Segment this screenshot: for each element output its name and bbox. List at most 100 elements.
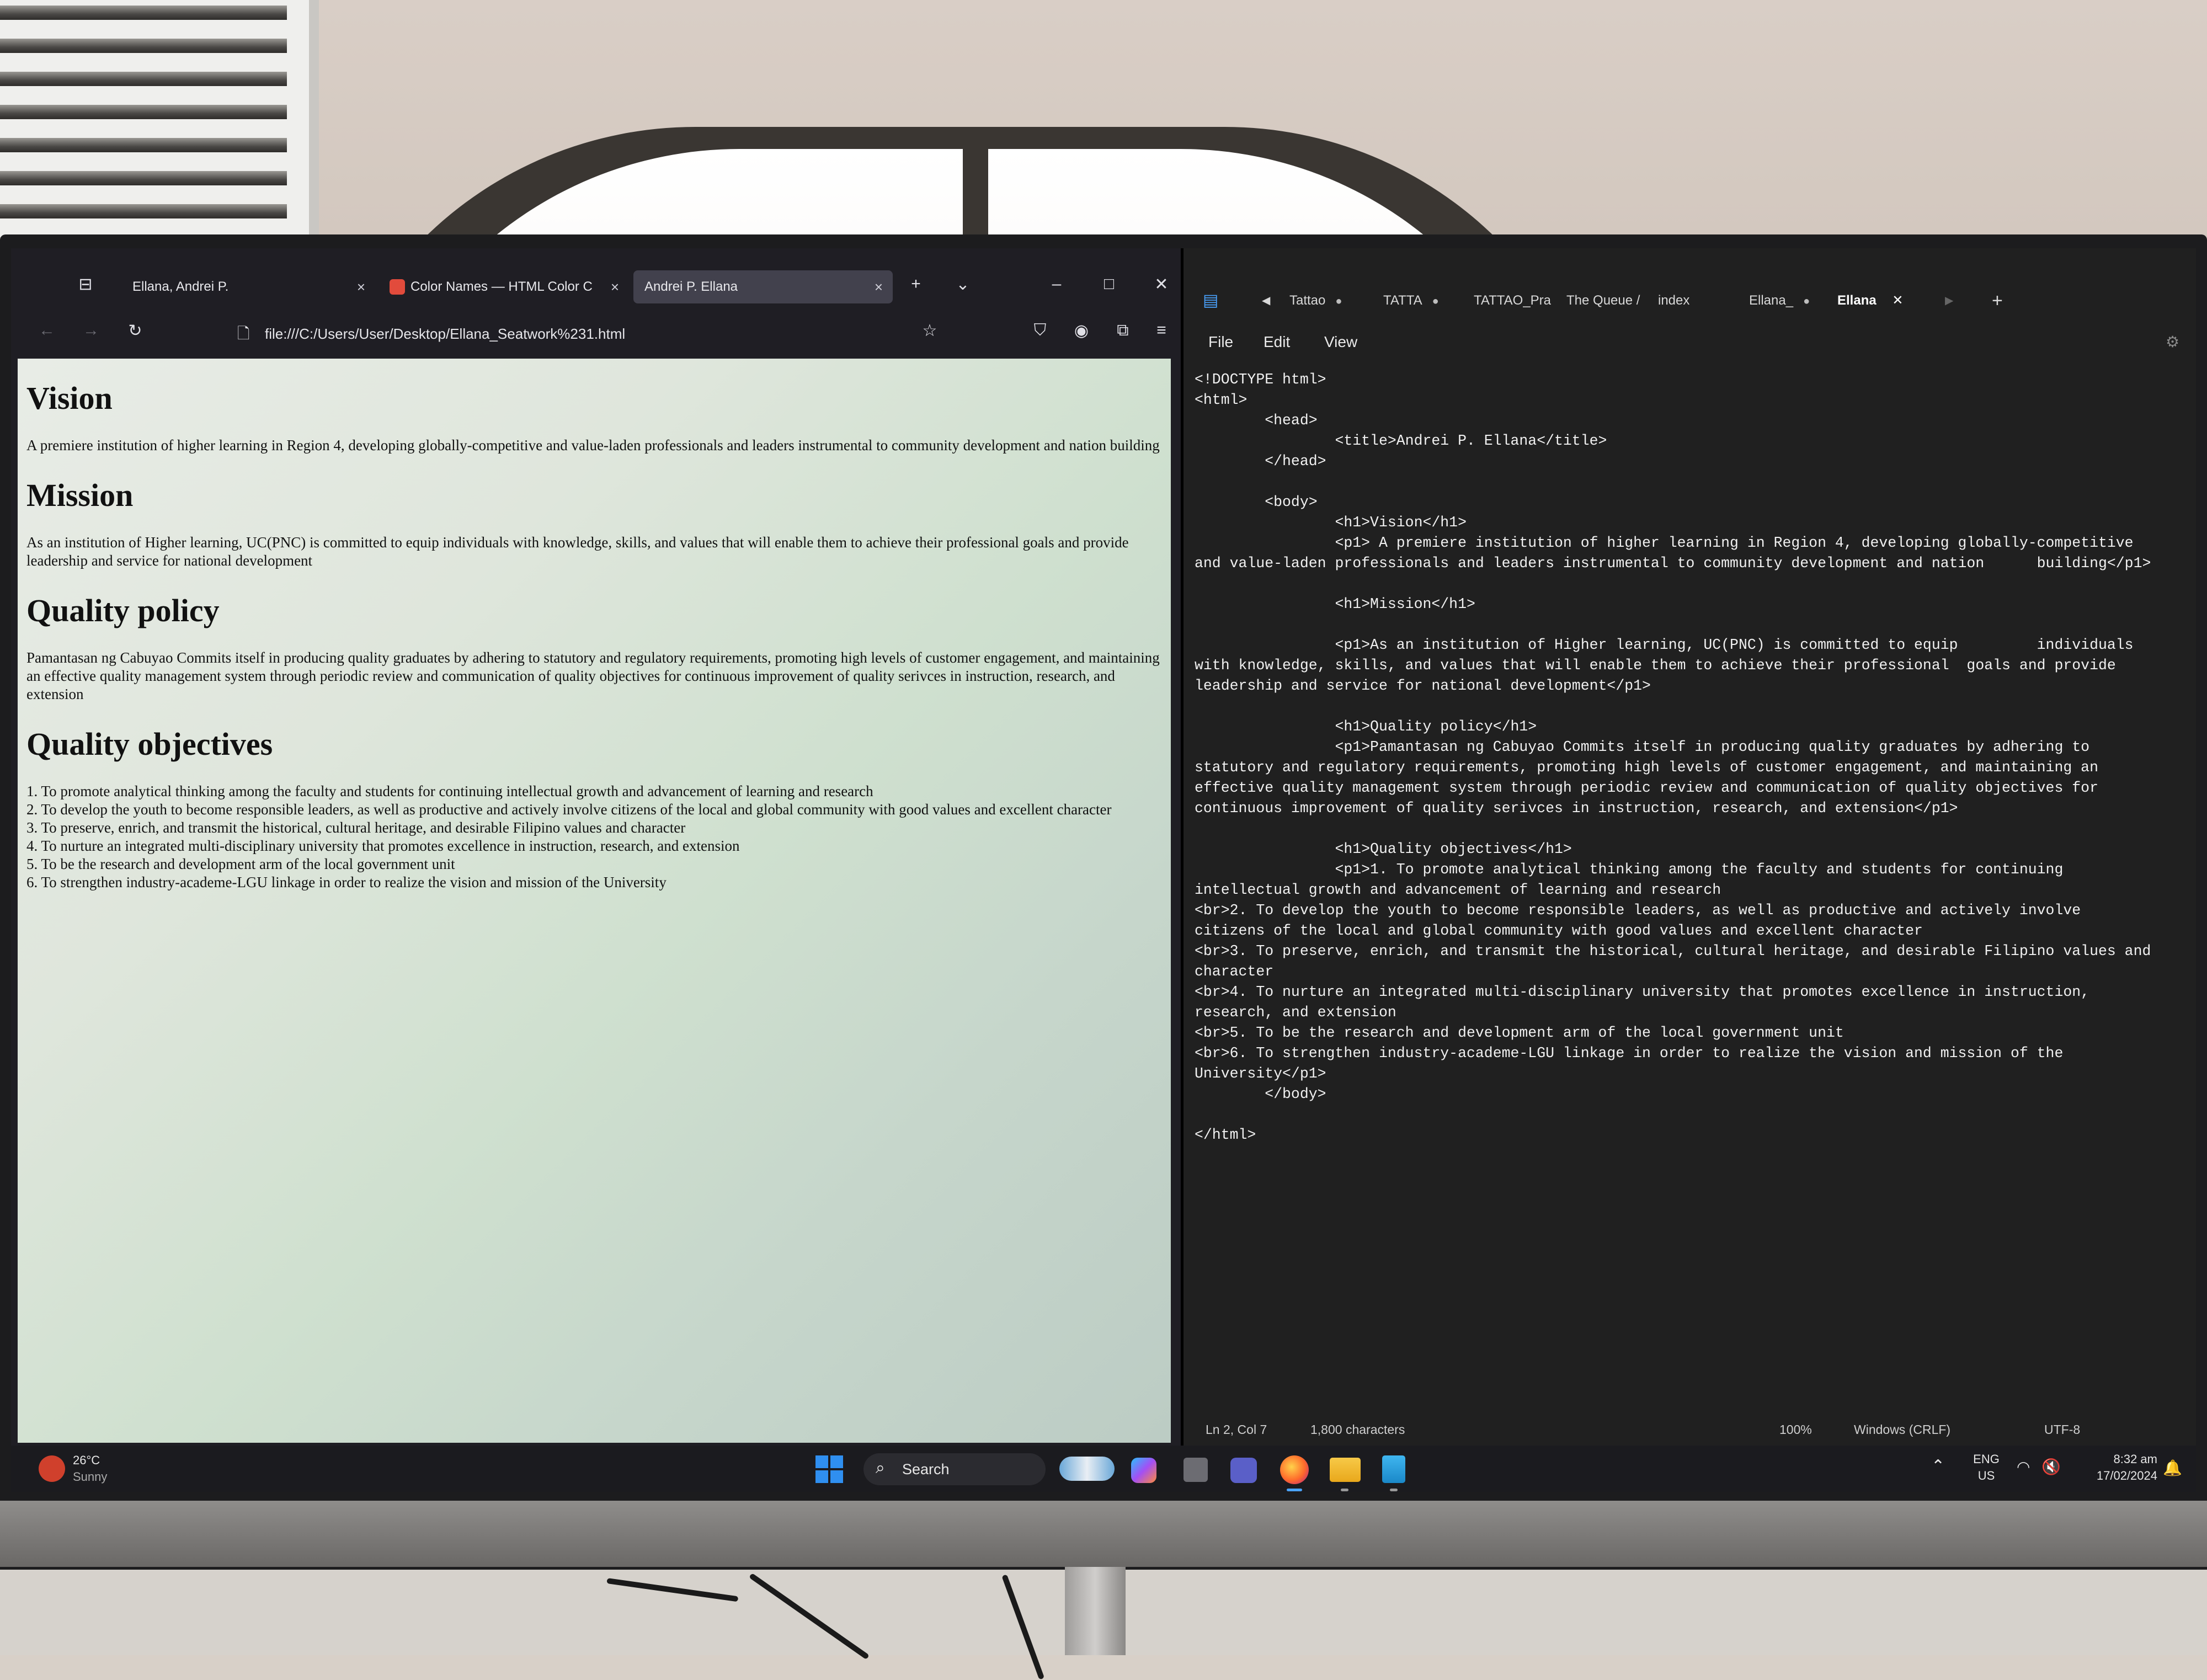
- screen: ⊟ Ellana, Andrei P. × Color Names — HTML…: [11, 248, 2196, 1492]
- tab-list-icon[interactable]: ⊟: [72, 275, 99, 294]
- region-code: US: [1977, 1469, 1995, 1482]
- weather-widget[interactable]: 26°C Sunny: [39, 1451, 149, 1487]
- show-hidden-icons-chevron-icon[interactable]: ⌃: [1931, 1457, 1945, 1476]
- account-icon[interactable]: ◉: [1068, 321, 1095, 340]
- language-indicator[interactable]: ENG US: [1970, 1451, 2003, 1484]
- close-window-icon[interactable]: ✕: [1148, 275, 1175, 294]
- tab-label: Andrei P. Ellana: [644, 279, 738, 294]
- encoding[interactable]: UTF-8: [2044, 1415, 2080, 1444]
- vision-heading: Vision: [26, 380, 113, 416]
- scroll-tabs-right-icon[interactable]: ▶: [1945, 281, 1953, 320]
- search-highlight-icon[interactable]: [1059, 1457, 1115, 1481]
- clock[interactable]: 8:32 am 17/02/2024: [2075, 1451, 2157, 1484]
- address-bar[interactable]: 🗋 file:///C:/Users/User/Desktop/Ellana_S…: [221, 319, 938, 349]
- notepad-tab[interactable]: TATTA ●: [1383, 281, 1439, 320]
- window-blinds: [0, 0, 319, 237]
- clock-date: 17/02/2024: [2096, 1469, 2157, 1482]
- notification-bell-icon[interactable]: 🔔: [2163, 1459, 2182, 1477]
- bookmark-star-icon[interactable]: ☆: [916, 321, 943, 340]
- menu-icon[interactable]: ≡: [1148, 321, 1175, 340]
- notepad-menu-bar: File Edit View ⚙: [1184, 326, 2196, 359]
- notepad-tab[interactable]: The Queue /: [1566, 281, 1640, 320]
- notepad-tab-bar: ▤ ◀ Tattao ● TATTA ● TATTAO_Pra The Queue …: [1184, 281, 2196, 320]
- close-tab-icon[interactable]: ×: [875, 270, 883, 303]
- menu-view[interactable]: View: [1324, 326, 1357, 359]
- scroll-tabs-left-icon[interactable]: ◀: [1262, 281, 1270, 320]
- back-icon[interactable]: ←: [33, 321, 61, 340]
- mission-heading: Mission: [26, 477, 134, 513]
- notepad-tab-active[interactable]: Ellana ✕: [1837, 281, 1903, 320]
- unsaved-dot-icon: ●: [1432, 295, 1439, 307]
- new-tab-icon[interactable]: +: [1992, 281, 2003, 320]
- objective-item: 5. To be the research and development ar…: [26, 856, 455, 872]
- clock-time: 8:32 am: [2113, 1452, 2158, 1466]
- monitor-chin: [0, 1501, 2207, 1567]
- file-explorer-icon[interactable]: [1330, 1458, 1361, 1491]
- notepad-tab[interactable]: Ellana_ ●: [1749, 281, 1810, 320]
- new-tab-icon[interactable]: +: [902, 275, 930, 294]
- tab-label: Color Names — HTML Color C: [411, 279, 593, 294]
- pocket-icon[interactable]: ⛉: [1026, 321, 1054, 340]
- file-icon: 🗋: [237, 325, 250, 342]
- wifi-icon[interactable]: ◠: [2017, 1458, 2030, 1476]
- reload-icon[interactable]: ↻: [121, 321, 149, 340]
- tab-label: TATTAO_Pra: [1474, 293, 1552, 308]
- tab-label: The Queue /: [1566, 293, 1640, 308]
- code-editor-text[interactable]: <!DOCTYPE html> <html> <head> <title>And…: [1195, 370, 2188, 1390]
- cursor-position: Ln 2, Col 7: [1206, 1422, 1267, 1437]
- volume-muted-icon[interactable]: 🔇: [2041, 1458, 2061, 1476]
- windows-start-icon[interactable]: [815, 1455, 843, 1483]
- maximize-icon[interactable]: □: [1095, 275, 1123, 294]
- close-tab-icon[interactable]: ×: [611, 270, 619, 303]
- close-tab-icon[interactable]: ×: [357, 270, 365, 303]
- objective-item: 6. To strengthen industry-academe-LGU li…: [26, 874, 667, 890]
- quality-objectives-heading: Quality objectives: [26, 726, 273, 762]
- close-tab-icon[interactable]: ✕: [1892, 293, 1903, 308]
- quality-objectives-list: 1. To promote analytical thinking among …: [26, 782, 1162, 892]
- tab-label: Ellana: [1837, 293, 1877, 308]
- notepad-tab[interactable]: TATTAO_Pra: [1474, 281, 1551, 320]
- task-view-icon[interactable]: [1184, 1458, 1208, 1482]
- tab-label: Ellana, Andrei P.: [132, 279, 229, 294]
- browser-tab-bar: ⊟ Ellana, Andrei P. × Color Names — HTML…: [11, 259, 1181, 309]
- browser-nav-bar: ← → ↻ 🗋 file:///C:/Users/User/Desktop/El…: [11, 309, 1181, 359]
- weather-icon: [39, 1455, 65, 1482]
- notepad-app-icon: ▤: [1203, 291, 1219, 310]
- taskbar-search[interactable]: ⌕ Search: [863, 1453, 1046, 1485]
- tab-label: Tattao: [1289, 293, 1326, 308]
- search-icon: ⌕: [876, 1459, 885, 1477]
- web-page-content: Vision A premiere institution of higher …: [18, 359, 1171, 1443]
- notepad-tab[interactable]: Tattao ●: [1289, 281, 1342, 320]
- chevron-down-icon[interactable]: ⌄: [949, 275, 977, 294]
- firefox-icon[interactable]: [1280, 1455, 1309, 1491]
- minimize-icon[interactable]: –: [1043, 275, 1070, 294]
- windows-taskbar: 26°C Sunny ⌕ Search ⌃ ENG US ◠ 🔇 8:32 am: [11, 1446, 2196, 1492]
- forward-icon[interactable]: →: [77, 321, 105, 340]
- notepad-window: ▤ ◀ Tattao ● TATTA ● TATTAO_Pra The Queue …: [1184, 248, 2196, 1446]
- active-app-indicator: [1287, 1489, 1302, 1491]
- copilot-icon[interactable]: [1131, 1458, 1156, 1483]
- extensions-icon[interactable]: ⧉: [1109, 321, 1137, 340]
- objective-item: 1. To promote analytical thinking among …: [26, 783, 873, 799]
- mission-paragraph: As an institution of Higher learning, UC…: [26, 534, 1129, 569]
- teams-icon[interactable]: [1230, 1458, 1257, 1483]
- open-app-indicator: [1341, 1489, 1348, 1491]
- zoom-level[interactable]: 100%: [1779, 1415, 1812, 1444]
- search-label: Search: [902, 1461, 950, 1478]
- quality-policy-paragraph: Pamantasan ng Cabuyao Commits itself in …: [26, 649, 1160, 702]
- notepad-status-bar: Ln 2, Col 7 1,800 characters 100% Window…: [1184, 1415, 2196, 1444]
- settings-gear-icon[interactable]: ⚙: [2166, 326, 2179, 359]
- monitor-stand: [1065, 1567, 1126, 1655]
- browser-tab[interactable]: Color Names — HTML Color C ×: [381, 270, 629, 303]
- weather-temp: 26°C: [73, 1453, 100, 1467]
- browser-tab[interactable]: Ellana, Andrei P. ×: [121, 270, 375, 303]
- notepad-taskbar-icon[interactable]: [1382, 1455, 1405, 1491]
- menu-file[interactable]: File: [1208, 326, 1233, 359]
- browser-tab-active[interactable]: Andrei P. Ellana ×: [633, 270, 893, 303]
- line-ending[interactable]: Windows (CRLF): [1854, 1415, 1950, 1444]
- menu-edit[interactable]: Edit: [1264, 326, 1290, 359]
- tab-label: TATTA: [1383, 293, 1422, 308]
- url-text: file:///C:/Users/User/Desktop/Ellana_Sea…: [265, 326, 626, 342]
- notepad-tab[interactable]: index: [1658, 281, 1689, 320]
- favicon-icon: [390, 279, 405, 295]
